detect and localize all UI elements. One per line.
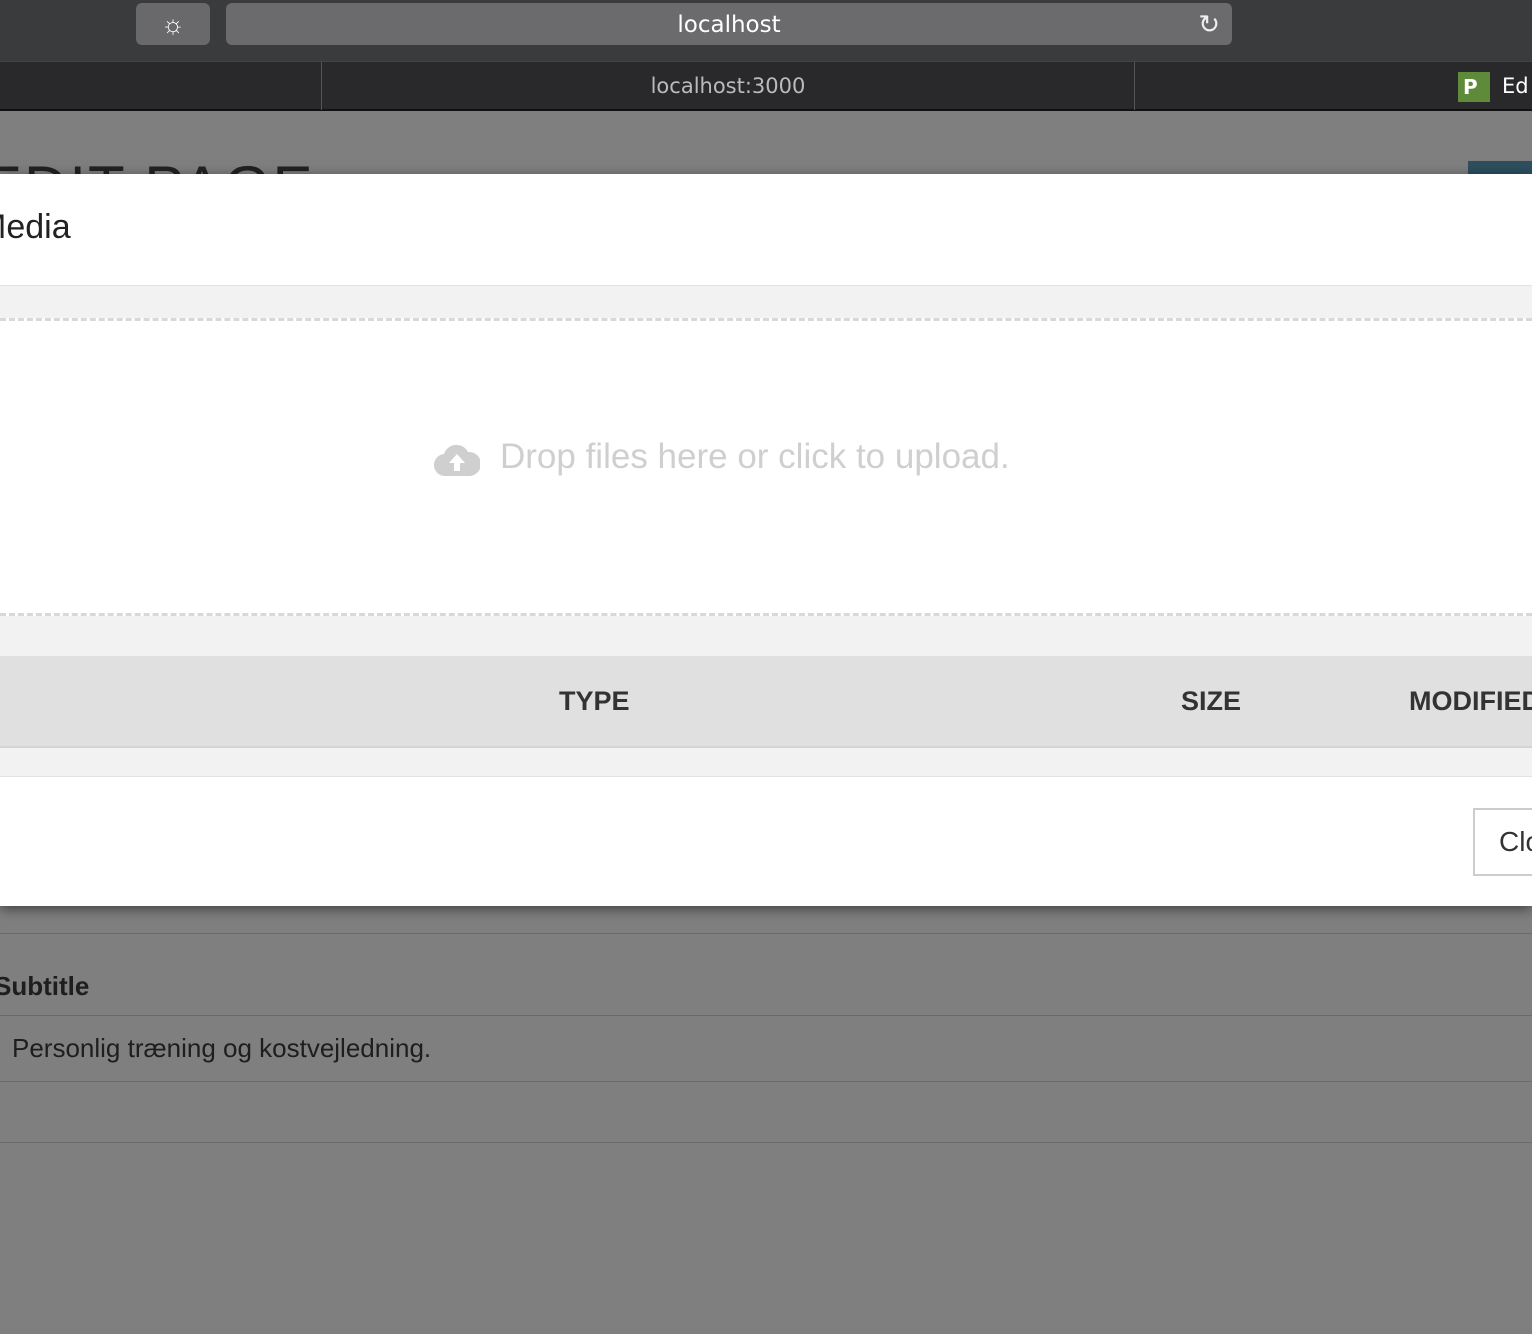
divider — [0, 1081, 1532, 1082]
cloud-upload-icon — [434, 444, 480, 476]
divider — [0, 1015, 1532, 1016]
dropzone-message: Drop files here or click to upload. — [434, 437, 1010, 477]
app-logo-icon: P — [1458, 72, 1490, 102]
column-modified[interactable]: MODIFIED — [1409, 686, 1532, 717]
brightness-icon[interactable]: ☼ — [136, 3, 210, 45]
address-bar[interactable]: localhost ↻ — [226, 3, 1232, 45]
tab-edit[interactable]: P Ed — [1458, 62, 1529, 110]
tab-label: Ed — [1502, 74, 1529, 98]
tab-localhost[interactable]: localhost:3000 — [321, 62, 1135, 110]
modal-title-text: Media — [0, 208, 71, 246]
close-button[interactable]: Close — [1473, 808, 1532, 876]
column-size[interactable]: SIZE — [1181, 686, 1241, 717]
divider — [0, 933, 1532, 934]
media-modal: Media Drop files here or click to upload… — [0, 174, 1532, 906]
divider — [0, 1142, 1532, 1143]
dropzone-text: Drop files here or click to upload. — [500, 437, 1010, 476]
media-table-header: TYPE SIZE MODIFIED — [0, 656, 1532, 748]
upload-dropzone[interactable]: Drop files here or click to upload. — [0, 318, 1532, 616]
url-text: localhost — [677, 12, 781, 38]
tab-bar: localhost:3000 P Ed — [0, 61, 1532, 111]
subtitle-field[interactable]: Personlig træning og kostvejledning. — [12, 1033, 431, 1064]
subtitle-label: Subtitle — [0, 971, 90, 1001]
column-type[interactable]: TYPE — [559, 686, 630, 717]
modal-title: Media — [0, 208, 71, 247]
browser-toolbar: ☼ localhost ↻ — [0, 0, 1532, 61]
reload-icon[interactable]: ↻ — [1198, 3, 1220, 47]
modal-body: Drop files here or click to upload. TYPE… — [0, 285, 1532, 777]
